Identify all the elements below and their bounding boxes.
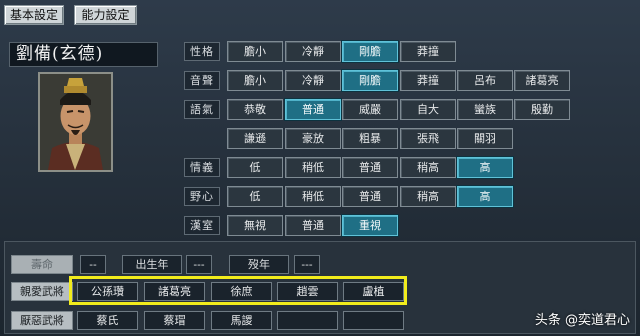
option-button[interactable]: 稍高 xyxy=(400,157,456,178)
birth-year-value: --- xyxy=(186,255,212,274)
option-button[interactable]: 冷靜 xyxy=(285,70,341,91)
option-button[interactable]: 膽小 xyxy=(227,70,283,91)
option-button[interactable]: 普通 xyxy=(285,215,341,236)
option-button[interactable]: 剛膽 xyxy=(342,70,398,91)
option-button[interactable]: 膽小 xyxy=(227,41,283,62)
row-label-4: 野心 xyxy=(184,187,220,206)
option-button[interactable]: 低 xyxy=(227,157,283,178)
enemies-label: 厭惡武將 xyxy=(11,311,73,330)
enemy-empty-slot[interactable] xyxy=(343,311,404,330)
row-label-2: 語氣 xyxy=(184,100,220,119)
character-name: 劉備(玄德) xyxy=(9,42,158,67)
option-button[interactable]: 諸葛亮 xyxy=(514,70,570,91)
birth-year-label: 出生年 xyxy=(122,255,182,274)
option-button[interactable]: 無視 xyxy=(227,215,283,236)
friends-label: 親愛武將 xyxy=(11,282,73,301)
option-button[interactable]: 普通 xyxy=(285,99,341,120)
tab-basic-settings[interactable]: 基本設定 xyxy=(4,5,64,25)
lifespan-label[interactable]: 壽命 xyxy=(11,255,73,274)
option-button[interactable]: 關羽 xyxy=(457,128,513,149)
option-button[interactable]: 謙遜 xyxy=(227,128,283,149)
row-label-3: 情義 xyxy=(184,158,220,177)
option-button[interactable]: 恭敬 xyxy=(227,99,283,120)
watermark: 头条 @奕道君心 xyxy=(534,313,630,328)
option-button[interactable]: 自大 xyxy=(400,99,456,120)
option-button[interactable]: 剛膽 xyxy=(342,41,398,62)
option-button[interactable]: 普通 xyxy=(342,157,398,178)
option-button[interactable]: 稍高 xyxy=(400,186,456,207)
enemy-name[interactable]: 馬謖 xyxy=(211,311,272,330)
option-button[interactable]: 莽撞 xyxy=(400,70,456,91)
tab-ability-settings[interactable]: 能力設定 xyxy=(74,5,137,25)
option-button[interactable]: 高 xyxy=(457,157,513,178)
option-button[interactable]: 威嚴 xyxy=(342,99,398,120)
enemy-name[interactable]: 蔡瑁 xyxy=(144,311,205,330)
option-button[interactable]: 稍低 xyxy=(285,186,341,207)
row-label-1: 音聲 xyxy=(184,71,220,90)
death-year-label: 歿年 xyxy=(229,255,289,274)
character-portrait xyxy=(38,72,113,172)
option-button[interactable]: 高 xyxy=(457,186,513,207)
enemy-empty-slot[interactable] xyxy=(277,311,338,330)
option-button[interactable]: 重視 xyxy=(342,215,398,236)
portrait-image xyxy=(40,74,111,170)
enemy-name[interactable]: 蔡氏 xyxy=(77,311,138,330)
option-button[interactable]: 蠻族 xyxy=(457,99,513,120)
option-button[interactable]: 殷勤 xyxy=(514,99,570,120)
option-button[interactable]: 豪放 xyxy=(285,128,341,149)
row-label-0: 性格 xyxy=(184,42,220,61)
lifespan-value: -- xyxy=(80,255,106,274)
option-button[interactable]: 粗暴 xyxy=(342,128,398,149)
option-button[interactable]: 張飛 xyxy=(400,128,456,149)
option-button[interactable]: 稍低 xyxy=(285,157,341,178)
death-year-value: --- xyxy=(294,255,320,274)
option-button[interactable]: 冷靜 xyxy=(285,41,341,62)
option-button[interactable]: 低 xyxy=(227,186,283,207)
friends-highlight-box xyxy=(69,276,407,305)
option-button[interactable]: 莽撞 xyxy=(400,41,456,62)
option-button[interactable]: 普通 xyxy=(342,186,398,207)
option-button[interactable]: 呂布 xyxy=(457,70,513,91)
row-label-5: 漢室 xyxy=(184,216,220,235)
